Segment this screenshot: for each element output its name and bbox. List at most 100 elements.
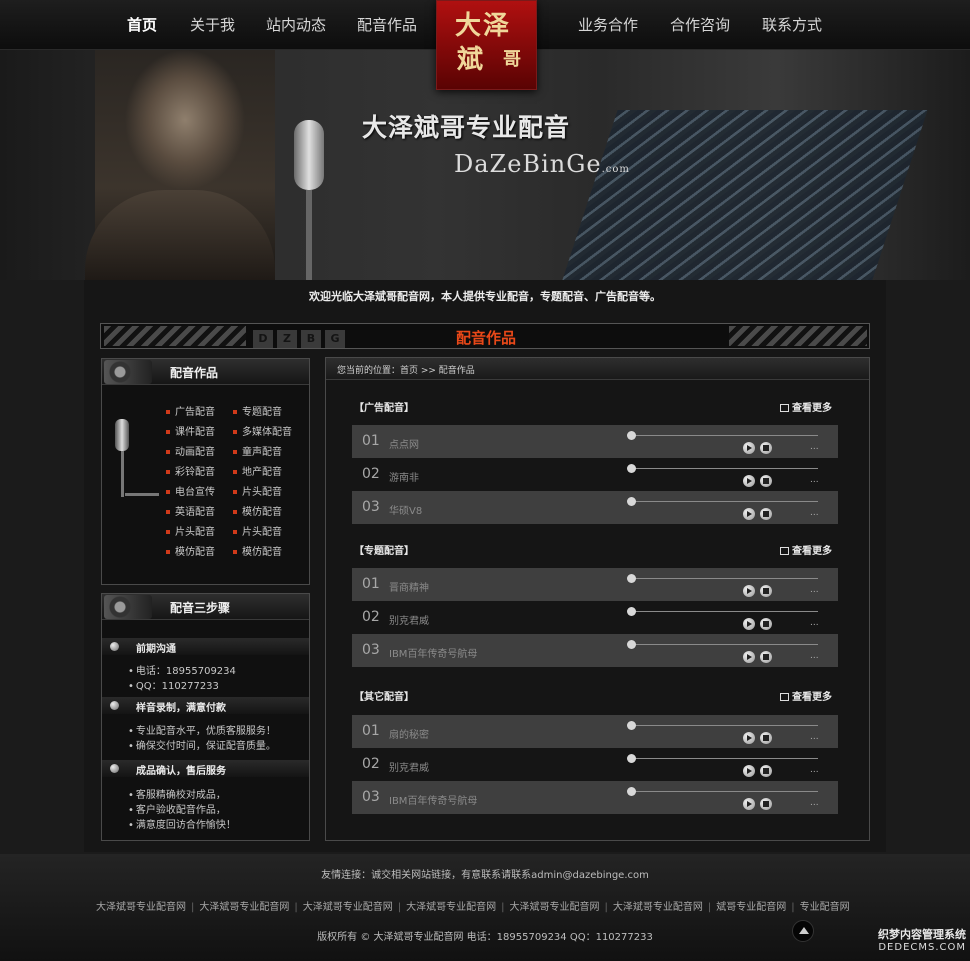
- banner-brand-suffix: .com: [601, 164, 630, 175]
- track-more[interactable]: ...: [810, 765, 819, 775]
- slider-handle[interactable]: [627, 754, 636, 763]
- category-link[interactable]: 广告配音: [166, 403, 215, 418]
- progress-slider[interactable]: [630, 791, 818, 792]
- nav-about[interactable]: 关于我: [190, 14, 235, 35]
- play-button[interactable]: [743, 508, 755, 520]
- nav-consult[interactable]: 合作咨询: [670, 14, 730, 35]
- progress-slider[interactable]: [630, 468, 818, 469]
- nav-news[interactable]: 站内动态: [266, 14, 326, 35]
- play-button[interactable]: [743, 732, 755, 744]
- nav-home[interactable]: 首页: [127, 14, 157, 35]
- nav-contact[interactable]: 联系方式: [762, 14, 822, 35]
- track-more[interactable]: ...: [810, 508, 819, 518]
- footer-link[interactable]: 斌哥专业配音网: [716, 902, 786, 913]
- stop-button[interactable]: [760, 765, 772, 777]
- view-more-link[interactable]: 查看更多: [780, 399, 832, 414]
- progress-slider[interactable]: [630, 501, 818, 502]
- slider-handle[interactable]: [627, 640, 636, 649]
- stop-button[interactable]: [760, 442, 772, 454]
- play-button[interactable]: [743, 475, 755, 487]
- category-link[interactable]: 彩铃配音: [166, 463, 215, 478]
- category-link[interactable]: 动画配音: [166, 443, 215, 458]
- track-more[interactable]: ...: [810, 618, 819, 628]
- category-link[interactable]: 地产配音: [233, 463, 282, 478]
- category-link[interactable]: 片头配音: [166, 523, 215, 538]
- play-button[interactable]: [743, 585, 755, 597]
- stop-button[interactable]: [760, 508, 772, 520]
- footer-link[interactable]: 专业配音网: [800, 902, 850, 913]
- stop-button[interactable]: [760, 475, 772, 487]
- footer-link[interactable]: 大泽斌哥专业配音网: [199, 902, 289, 913]
- slider-handle[interactable]: [627, 464, 636, 473]
- nav-works[interactable]: 配音作品: [357, 14, 417, 35]
- stop-button[interactable]: [760, 585, 772, 597]
- track-name[interactable]: IBM百年传奇号航母: [389, 792, 477, 807]
- slider-handle[interactable]: [627, 607, 636, 616]
- footer-link[interactable]: 大泽斌哥专业配音网: [510, 902, 600, 913]
- category-link[interactable]: 课件配音: [166, 423, 215, 438]
- step-heading: 样音录制，满意付款: [102, 697, 309, 714]
- sidebar-steps-title: 配音三步骤: [170, 601, 231, 615]
- track-name[interactable]: 别克君威: [389, 759, 429, 774]
- track-more[interactable]: ...: [810, 798, 819, 808]
- stop-button[interactable]: [760, 651, 772, 663]
- watermark-url: DEDECMS.COM: [878, 942, 966, 953]
- view-more-link[interactable]: 查看更多: [780, 688, 832, 703]
- track-name[interactable]: 扇的秘密: [389, 726, 429, 741]
- slider-handle[interactable]: [627, 497, 636, 506]
- footer-link[interactable]: 大泽斌哥专业配音网: [406, 902, 496, 913]
- category-link[interactable]: 模仿配音: [233, 543, 282, 558]
- play-button[interactable]: [743, 765, 755, 777]
- footer-link[interactable]: 大泽斌哥专业配音网: [96, 902, 186, 913]
- play-button[interactable]: [743, 618, 755, 630]
- slider-handle[interactable]: [627, 721, 636, 730]
- progress-slider[interactable]: [630, 725, 818, 726]
- category-link[interactable]: 模仿配音: [166, 543, 215, 558]
- track-name[interactable]: 晋商精神: [389, 579, 429, 594]
- play-button[interactable]: [743, 442, 755, 454]
- banner-brand: DaZeBinGe.com: [454, 150, 630, 178]
- progress-slider[interactable]: [630, 611, 818, 612]
- category-link[interactable]: 童声配音: [233, 443, 282, 458]
- category-link[interactable]: 多媒体配音: [233, 423, 292, 438]
- track-number: 03: [362, 789, 380, 805]
- view-more-link[interactable]: 查看更多: [780, 542, 832, 557]
- category-link[interactable]: 片头配音: [233, 483, 282, 498]
- back-to-top-button[interactable]: [792, 920, 814, 942]
- track-row: 03 IBM百年传奇号航母 ...: [352, 634, 838, 667]
- progress-slider[interactable]: [630, 758, 818, 759]
- track-more[interactable]: ...: [810, 585, 819, 595]
- site-logo[interactable]: 大泽 斌 哥: [436, 0, 537, 90]
- category-link[interactable]: 模仿配音: [233, 503, 282, 518]
- track-name[interactable]: 游南非: [389, 469, 419, 484]
- nav-business[interactable]: 业务合作: [578, 14, 638, 35]
- stop-button[interactable]: [760, 618, 772, 630]
- footer-link[interactable]: 大泽斌哥专业配音网: [613, 902, 703, 913]
- slider-handle[interactable]: [627, 431, 636, 440]
- track-name[interactable]: 点点网: [389, 436, 419, 451]
- track-name[interactable]: IBM百年传奇号航母: [389, 645, 477, 660]
- slider-handle[interactable]: [627, 787, 636, 796]
- sidebar-works-header: 配音作品: [102, 359, 309, 385]
- step-title: 成品确认，售后服务: [136, 766, 226, 777]
- progress-slider[interactable]: [630, 578, 818, 579]
- progress-slider[interactable]: [630, 435, 818, 436]
- stop-button[interactable]: [760, 732, 772, 744]
- category-link[interactable]: 英语配音: [166, 503, 215, 518]
- track-more[interactable]: ...: [810, 732, 819, 742]
- category-link[interactable]: 专题配音: [233, 403, 282, 418]
- track-name[interactable]: 华硕V8: [389, 502, 422, 517]
- category-link[interactable]: 电台宣传: [166, 483, 215, 498]
- category-link[interactable]: 片头配音: [233, 523, 282, 538]
- track-more[interactable]: ...: [810, 651, 819, 661]
- track-more[interactable]: ...: [810, 442, 819, 452]
- sidebar-steps-box: 配音三步骤 前期沟通 电话：18955709234 QQ：110277233 样…: [101, 593, 310, 841]
- play-button[interactable]: [743, 798, 755, 810]
- stop-button[interactable]: [760, 798, 772, 810]
- slider-handle[interactable]: [627, 574, 636, 583]
- footer-link[interactable]: 大泽斌哥专业配音网: [303, 902, 393, 913]
- track-more[interactable]: ...: [810, 475, 819, 485]
- track-name[interactable]: 别克君威: [389, 612, 429, 627]
- play-button[interactable]: [743, 651, 755, 663]
- progress-slider[interactable]: [630, 644, 818, 645]
